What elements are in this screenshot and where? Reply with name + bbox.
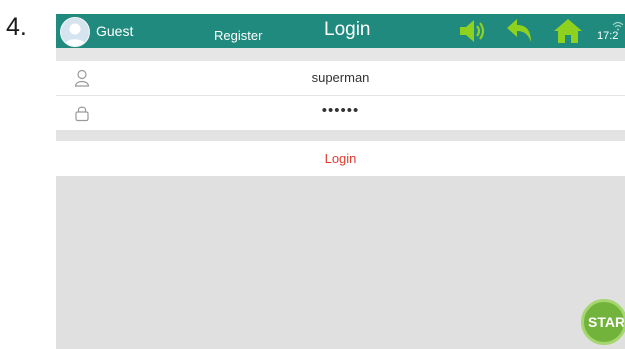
top-spacer bbox=[56, 48, 625, 61]
home-button[interactable] bbox=[553, 18, 583, 44]
login-button[interactable]: Login bbox=[56, 151, 625, 166]
login-row: Login bbox=[56, 141, 625, 176]
form-spacer bbox=[56, 130, 625, 141]
user-avatar-icon bbox=[64, 23, 86, 46]
username-field[interactable]: superman bbox=[56, 61, 625, 95]
back-button[interactable] bbox=[504, 18, 534, 44]
avatar[interactable] bbox=[60, 17, 90, 47]
status-clock: 17:2 bbox=[597, 30, 619, 42]
step-number: 4. bbox=[6, 13, 27, 41]
register-button[interactable]: Register bbox=[214, 28, 262, 43]
home-icon bbox=[554, 19, 582, 43]
password-value: •••••• bbox=[321, 102, 360, 119]
volume-button[interactable] bbox=[458, 18, 488, 44]
username-value: superman bbox=[311, 70, 370, 85]
speaker-icon bbox=[460, 20, 485, 42]
page-title: Login bbox=[324, 19, 371, 40]
empty-content-area bbox=[56, 176, 625, 349]
start-button[interactable]: STAR bbox=[581, 299, 625, 345]
start-button-label: STAR bbox=[588, 314, 625, 330]
guest-label[interactable]: Guest bbox=[96, 23, 133, 39]
app-screen: Guest Register Login 17:2 superman •••••… bbox=[56, 14, 625, 349]
back-arrow-icon bbox=[507, 19, 531, 42]
password-field[interactable]: •••••• bbox=[56, 96, 625, 130]
top-bar: Guest Register Login 17:2 bbox=[56, 14, 625, 48]
